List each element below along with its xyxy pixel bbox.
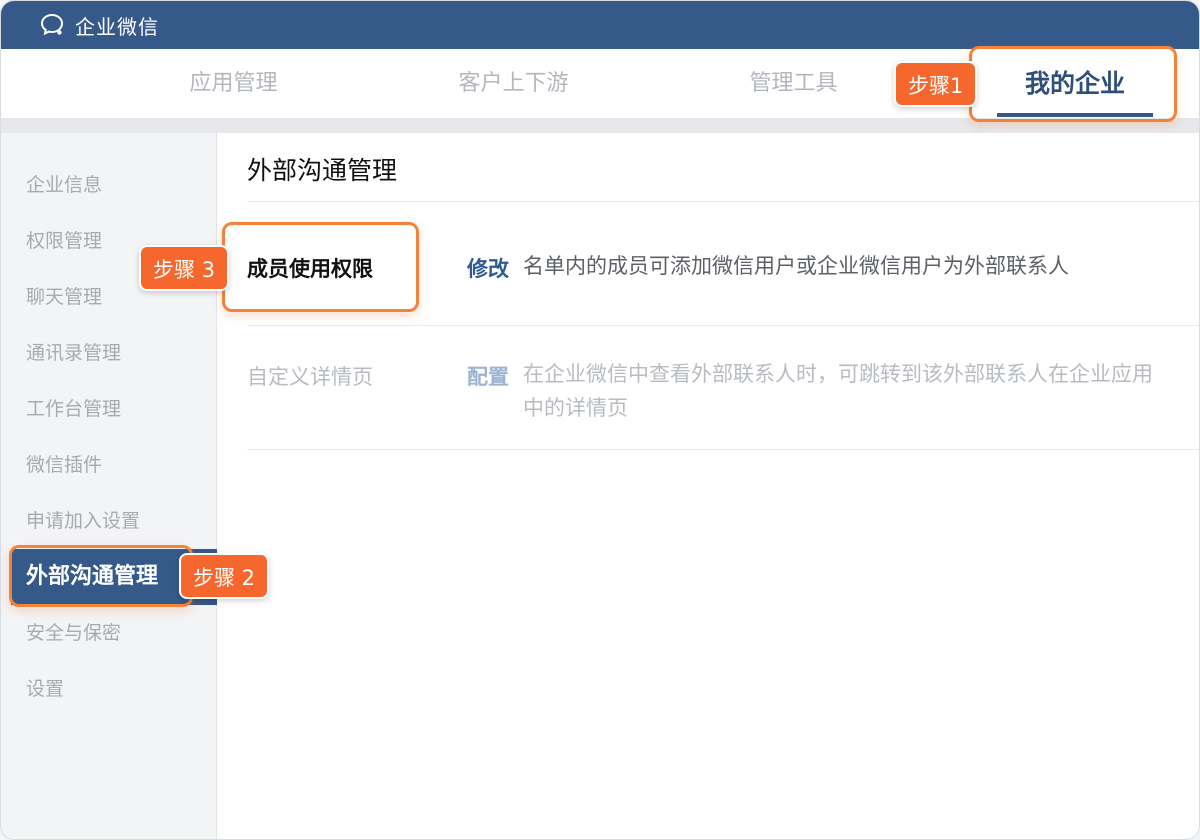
step-1-badge: 步骤1 [894, 61, 978, 107]
main-panel: 外部沟通管理 成员使用权限 修改 名单内的成员可添加微信用户或企业微信用户为外部… [217, 133, 1199, 839]
nav-separator-band [1, 119, 1199, 133]
app-window: 企业微信 应用管理 客户上下游 管理工具 我的企业 企业信息 权限管理 聊天管理… [0, 0, 1200, 840]
divider [247, 449, 1199, 450]
tab-my-enterprise[interactable]: 我的企业 [997, 49, 1153, 119]
divider [247, 201, 1199, 202]
custom-detail-page-description: 在企业微信中查看外部联系人时，可跳转到该外部联系人在企业应用中的详情页 [523, 362, 1153, 420]
tab-management-tools[interactable]: 管理工具 [711, 49, 876, 119]
tab-app-management[interactable]: 应用管理 [151, 49, 316, 119]
step-3-badge: 步骤 3 [139, 245, 230, 291]
app-title: 企业微信 [75, 14, 159, 39]
wecom-logo-icon [39, 11, 67, 39]
top-nav: 应用管理 客户上下游 管理工具 我的企业 [1, 49, 1199, 119]
sidebar-item-workbench[interactable]: 工作台管理 [1, 381, 217, 437]
page-title: 外部沟通管理 [247, 156, 398, 185]
tab-customer-chain[interactable]: 客户上下游 [431, 49, 596, 119]
configure-link[interactable]: 配置 [467, 361, 509, 391]
sidebar-item-security[interactable]: 安全与保密 [1, 605, 217, 661]
sidebar-item-wechat-plugin[interactable]: 微信插件 [1, 437, 217, 493]
tab-my-enterprise-label: 我的企业 [1024, 69, 1125, 98]
sidebar-item-contacts[interactable]: 通讯录管理 [1, 325, 217, 381]
modify-link[interactable]: 修改 [467, 253, 509, 283]
member-permission-label: 成员使用权限 [247, 257, 373, 281]
title-bar: 企业微信 [1, 1, 1199, 49]
sidebar-item-join-settings[interactable]: 申请加入设置 [1, 493, 217, 549]
sidebar-item-settings[interactable]: 设置 [1, 661, 217, 717]
step-2-badge: 步骤 2 [179, 553, 270, 599]
member-permission-description: 名单内的成员可添加微信用户或企业微信用户为外部联系人 [523, 254, 1069, 278]
custom-detail-page-label: 自定义详情页 [247, 365, 373, 389]
sidebar-item-enterprise-info[interactable]: 企业信息 [1, 157, 217, 213]
tab-management-tools-label: 管理工具 [749, 71, 838, 96]
active-tab-underline [997, 113, 1153, 117]
sidebar: 企业信息 权限管理 聊天管理 通讯录管理 工作台管理 微信插件 申请加入设置 外… [1, 133, 217, 839]
divider [247, 325, 1199, 326]
